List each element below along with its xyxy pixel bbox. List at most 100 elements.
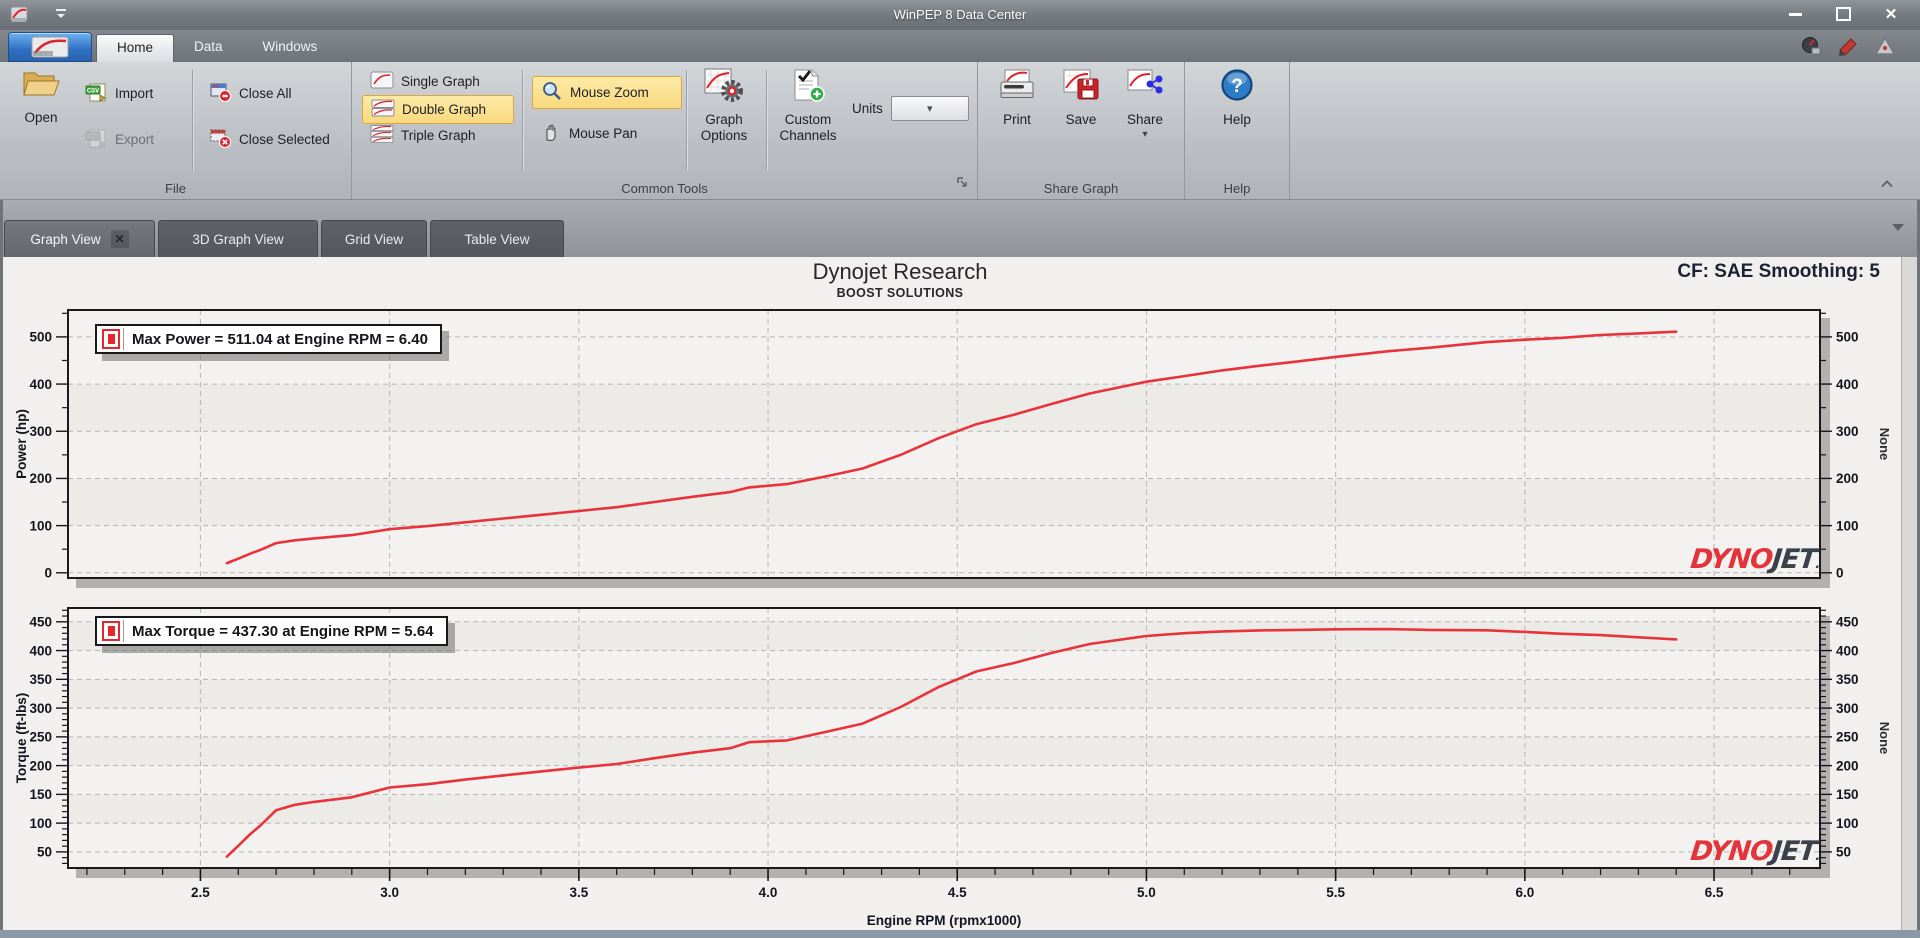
svg-text:0: 0 [1836,566,1844,581]
svg-text:400: 400 [29,377,52,392]
svg-text:400: 400 [29,643,52,658]
svg-text:500: 500 [29,330,52,345]
close-selected-button[interactable]: Close Selected [200,124,338,155]
title-bar: WinPEP 8 Data Center ✕ [0,0,1920,30]
graph-options-label: Graph Options [700,112,748,143]
tab-table-view-label: Table View [464,231,530,247]
svg-text:200: 200 [1836,471,1859,486]
close-button[interactable]: ✕ [1876,4,1906,24]
chevron-down-icon: ▾ [927,103,933,115]
tab-3d-graph-view-label: 3D Graph View [192,231,284,247]
double-graph-icon [371,99,395,120]
ribbon-tab-data[interactable]: Data [174,34,243,62]
svg-text:2.5: 2.5 [191,885,210,900]
tab-table-view[interactable]: Table View [430,220,564,257]
svg-text:400: 400 [1836,377,1859,392]
svg-text:3.0: 3.0 [380,885,399,900]
svg-text:100: 100 [29,518,52,533]
application-menu-button[interactable] [8,32,92,62]
svg-text:450: 450 [29,615,52,630]
double-graph-button[interactable]: Double Graph [362,95,514,124]
import-label: Import [115,86,154,101]
triple-graph-button[interactable]: Triple Graph [362,122,514,149]
vertical-scrollbar[interactable] [1901,257,1917,930]
triple-graph-label: Triple Graph [401,128,476,143]
ribbon-group-file: Open CSV Import Export Close All Close S… [0,62,352,199]
units-control: Units ▾ [852,96,969,121]
print-icon [997,68,1037,107]
print-button[interactable]: Print [988,68,1046,128]
import-button[interactable]: CSV Import [76,78,161,109]
power-legend-text: Max Power = 511.04 at Engine RPM = 6.40 [132,330,428,348]
svg-text:0: 0 [44,566,52,581]
svg-text:300: 300 [1836,701,1859,716]
export-csv-icon [84,127,108,152]
units-dropdown[interactable]: ▾ [890,96,969,121]
ribbon-tab-windows[interactable]: Windows [243,34,338,62]
svg-text:100: 100 [1836,816,1859,831]
minimize-button[interactable] [1780,4,1810,24]
close-icon: ✕ [1884,5,1898,23]
mouse-zoom-label: Mouse Zoom [570,85,649,100]
share-label: Share [1126,112,1164,127]
tab-3d-graph-view[interactable]: 3D Graph View [158,220,318,257]
file-group-label: File [165,181,186,196]
tab-close-icon[interactable]: ✕ [110,230,129,248]
single-graph-button[interactable]: Single Graph [362,68,514,95]
share-icon [1126,68,1164,107]
save-icon [1062,68,1100,107]
svg-text:150: 150 [29,787,52,802]
svg-text:4.5: 4.5 [948,885,967,900]
close-selected-icon [208,127,232,152]
close-all-button[interactable]: Close All [200,78,300,109]
svg-text:5.0: 5.0 [1137,885,1156,900]
ribbon-collapse-icon[interactable] [1880,175,1894,193]
save-button[interactable]: Save [1052,68,1110,128]
hand-icon [540,121,562,146]
winpep-window: WinPEP 8 Data Center ✕ Home Data Windows [0,0,1920,938]
graph-options-button[interactable]: Graph Options [692,68,756,144]
print-label: Print [1003,112,1031,127]
dynojet-watermark: DYNOJET. [1689,836,1821,867]
tab-graph-view[interactable]: Graph View ✕ [4,220,155,257]
share-group-label: Share Graph [1043,181,1119,196]
window-title: WinPEP 8 Data Center [893,7,1027,22]
export-button[interactable]: Export [76,124,162,155]
help-button[interactable]: ? Help [1209,68,1265,128]
torque-series-swatch [99,620,124,642]
open-button[interactable]: Open [10,68,72,126]
mouse-pan-label: Mouse Pan [569,126,638,141]
close-all-icon [208,81,232,106]
share-button[interactable]: Share ▾ [1116,68,1174,140]
ribbon-group-share: Print Save Share ▾ Share Graph [978,62,1185,199]
dynojet-watermark: DYNOJET. [1689,544,1821,575]
svg-text:350: 350 [1836,672,1859,687]
device-icon[interactable] [1837,36,1859,61]
tab-grid-view[interactable]: Grid View [321,220,427,257]
mouse-pan-button[interactable]: Mouse Pan [532,118,682,149]
ribbon-tab-home[interactable]: Home [96,34,175,62]
tab-graph-view-label: Graph View [30,231,101,247]
custom-channels-button[interactable]: Custom Channels [772,68,844,144]
save-label: Save [1065,112,1097,127]
close-all-label: Close All [239,86,292,101]
tab-overflow-dropdown-icon[interactable] [1892,224,1904,231]
warning-icon[interactable] [1874,36,1896,61]
export-label: Export [115,132,155,147]
maximize-icon [1835,7,1851,21]
mouse-zoom-button[interactable]: Mouse Zoom [532,76,682,109]
svg-text:Engine RPM (rpmx1000): Engine RPM (rpmx1000) [867,913,1022,928]
svg-text:5.5: 5.5 [1326,885,1345,900]
svg-text:300: 300 [29,424,52,439]
gauge-icon[interactable] [1800,36,1822,61]
window-left-edge [0,200,3,938]
maximize-button[interactable] [1828,4,1858,24]
close-selected-label: Close Selected [239,132,330,147]
svg-text:300: 300 [1836,424,1859,439]
svg-text:4.0: 4.0 [759,885,778,900]
torque-chart[interactable]: 50 50 100 100 150 150 200 200 250 250 300 300 350 350… [0,600,1920,935]
double-graph-label: Double Graph [402,102,487,117]
ribbon: Open CSV Import Export Close All Close S… [0,62,1920,200]
custom-channels-label: Custom Channels [779,112,837,143]
power-series-swatch [99,328,124,350]
